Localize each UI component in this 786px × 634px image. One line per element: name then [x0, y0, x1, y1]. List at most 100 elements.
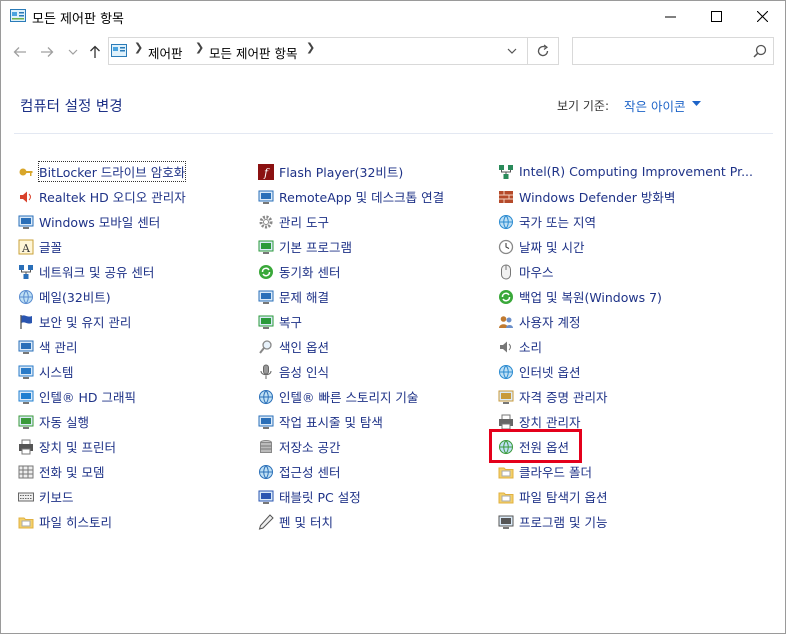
forward-button[interactable] — [37, 42, 57, 62]
control-panel-item[interactable]: 관리 도구 — [258, 209, 498, 234]
control-panel-item[interactable]: 인텔® HD 그래픽 — [18, 384, 258, 409]
control-panel-item[interactable]: 보안 및 유지 관리 — [18, 309, 258, 334]
arrow-right-icon — [41, 47, 54, 57]
minimize-button[interactable] — [647, 1, 693, 32]
control-panel-item[interactable]: 복구 — [258, 309, 498, 334]
items-column-2: f Flash Player(32비트) RemoteApp 및 데스크톱 연결관리… — [258, 159, 498, 534]
back-button[interactable] — [10, 42, 30, 62]
devices-printers-icon — [19, 439, 33, 454]
control-panel-item[interactable]: 음성 인식 — [258, 359, 498, 384]
control-panel-item[interactable]: 키보드 — [18, 484, 258, 509]
control-panel-item[interactable]: 접근성 센터 — [258, 459, 498, 484]
title-bar[interactable]: 모든 제어판 항목 — [1, 1, 785, 32]
control-panel-item[interactable]: Windows 모바일 센터 — [18, 209, 258, 234]
control-panel-item[interactable]: 메일(32비트) — [18, 284, 258, 309]
control-panel-item[interactable]: RemoteApp 및 데스크톱 연결 — [258, 184, 498, 209]
breadcrumb-separator-icon[interactable]: ❯ — [195, 41, 204, 54]
control-panel-item-label: 프로그램 및 기능 — [519, 515, 608, 530]
control-panel-item[interactable]: 시스템 — [18, 359, 258, 384]
search-box[interactable] — [572, 37, 774, 65]
control-panel-item-label: 메일(32비트) — [39, 290, 111, 305]
control-panel-item[interactable]: A 글꼴 — [18, 234, 258, 259]
control-panel-item[interactable]: f Flash Player(32비트) — [258, 159, 498, 184]
control-panel-item-label: 인터넷 옵션 — [519, 365, 581, 380]
minimize-icon — [664, 16, 676, 18]
caret-down-icon[interactable] — [692, 101, 701, 107]
control-panel-item-label: 접근성 센터 — [279, 465, 341, 480]
intel-rst-icon — [259, 389, 273, 404]
credential-manager-icon — [498, 390, 514, 404]
control-panel-item[interactable]: 국가 또는 지역 — [498, 209, 738, 234]
control-panel-item[interactable]: 파일 탐색기 옵션 — [498, 484, 738, 509]
breadcrumb-separator-icon[interactable]: ❯ — [306, 41, 315, 54]
control-panel-item[interactable]: 날짜 및 시간 — [498, 234, 738, 259]
flag-icon — [20, 314, 32, 329]
recent-locations-button[interactable] — [63, 42, 83, 62]
control-panel-item[interactable]: Intel(R) Computing Improvement Pr... — [498, 159, 753, 184]
control-panel-item[interactable]: 장치 및 프린터 — [18, 434, 258, 459]
page-title: 컴퓨터 설정 변경 — [20, 99, 123, 115]
control-panel-item[interactable]: 문제 해결 — [258, 284, 498, 309]
control-panel-item[interactable]: 사용자 계정 — [498, 309, 738, 334]
control-panel-item[interactable]: 마우스 — [498, 259, 738, 284]
control-panel-item[interactable]: 작업 표시줄 및 탐색 — [258, 409, 498, 434]
refresh-button[interactable] — [528, 37, 559, 65]
file-history-icon — [18, 517, 34, 528]
control-panel-item-label: 동기화 센터 — [279, 265, 341, 280]
up-button[interactable] — [85, 42, 105, 62]
control-panel-item-label: 복구 — [279, 315, 303, 330]
control-panel-item[interactable]: 색 관리 — [18, 334, 258, 359]
control-panel-item-label: 날짜 및 시간 — [519, 240, 585, 255]
control-panel-item[interactable]: 태블릿 PC 설정 — [258, 484, 498, 509]
control-panel-item-label: 음성 인식 — [279, 365, 329, 380]
view-by-dropdown[interactable]: 작은 아이콘 — [624, 96, 685, 115]
address-dropdown-icon[interactable] — [504, 44, 520, 58]
control-panel-item-label: 백업 및 복원(Windows 7) — [519, 290, 662, 305]
control-panel-item-label: 문제 해결 — [279, 290, 329, 305]
control-panel-item-label: 사용자 계정 — [519, 315, 581, 330]
address-bar[interactable]: ❯ 제어판 ❯ 모든 제어판 항목 ❯ — [108, 37, 528, 65]
control-panel-item[interactable]: 소리 — [498, 334, 738, 359]
control-panel-item[interactable]: 네트워크 및 공유 센터 — [18, 259, 258, 284]
control-panel-item-label: Flash Player(32비트) — [279, 165, 404, 180]
control-panel-item[interactable]: 인터넷 옵션 — [498, 359, 738, 384]
storage-spaces-icon — [260, 439, 272, 453]
breadcrumb-control-panel[interactable]: 제어판 — [148, 43, 183, 62]
remoteapp-icon — [258, 190, 274, 204]
control-panel-item-label: Intel(R) Computing Improvement Pr... — [519, 164, 753, 179]
control-panel-item[interactable]: 인텔® 빠른 스토리지 기술 — [258, 384, 498, 409]
control-panel-item[interactable]: 전화 및 모뎀 — [18, 459, 258, 484]
navigation-bar: ❯ 제어판 ❯ 모든 제어판 항목 ❯ — [1, 36, 785, 68]
color-management-icon — [18, 340, 34, 354]
control-panel-item-label: 자동 실행 — [39, 415, 89, 430]
pen-touch-icon — [258, 513, 274, 530]
items-column-3: Intel(R) Computing Improvement Pr... Wind… — [498, 159, 753, 534]
control-panel-item[interactable]: 백업 및 복원(Windows 7) — [498, 284, 738, 309]
sound-icon — [500, 341, 511, 352]
control-panel-item[interactable]: 색인 옵션 — [258, 334, 498, 359]
header-divider — [14, 133, 773, 134]
control-panel-item[interactable]: 파일 히스토리 — [18, 509, 258, 534]
control-panel-item[interactable]: 펜 및 터치 — [258, 509, 498, 534]
control-panel-item[interactable]: Realtek HD 오디오 관리자 — [18, 184, 258, 209]
mouse-icon — [501, 264, 511, 279]
control-panel-item[interactable]: 동기화 센터 — [258, 259, 498, 284]
control-panel-item[interactable]: BitLocker 드라이브 암호화 — [18, 159, 258, 184]
taskbar-icon — [258, 415, 274, 429]
control-panel-item[interactable]: 기본 프로그램 — [258, 234, 498, 259]
network-icon — [19, 264, 33, 279]
control-panel-item-label: RemoteApp 및 데스크톱 연결 — [279, 190, 445, 205]
control-panel-item-label: 소리 — [519, 340, 543, 355]
control-panel-item[interactable]: 저장소 공간 — [258, 434, 498, 459]
control-panel-item[interactable]: Windows Defender 방화벽 — [498, 184, 738, 209]
close-button[interactable] — [739, 1, 785, 32]
control-panel-item-label: 시스템 — [39, 365, 74, 380]
breadcrumb-separator-icon[interactable]: ❯ — [134, 41, 143, 54]
breadcrumb-all-items[interactable]: 모든 제어판 항목 — [209, 43, 297, 62]
control-panel-item[interactable]: 자동 실행 — [18, 409, 258, 434]
mobility-center-icon — [18, 215, 34, 229]
admin-tools-icon — [259, 215, 273, 228]
control-panel-item[interactable]: 프로그램 및 기능 — [498, 509, 738, 534]
control-panel-item[interactable]: 자격 증명 관리자 — [498, 384, 738, 409]
maximize-button[interactable] — [693, 1, 739, 32]
